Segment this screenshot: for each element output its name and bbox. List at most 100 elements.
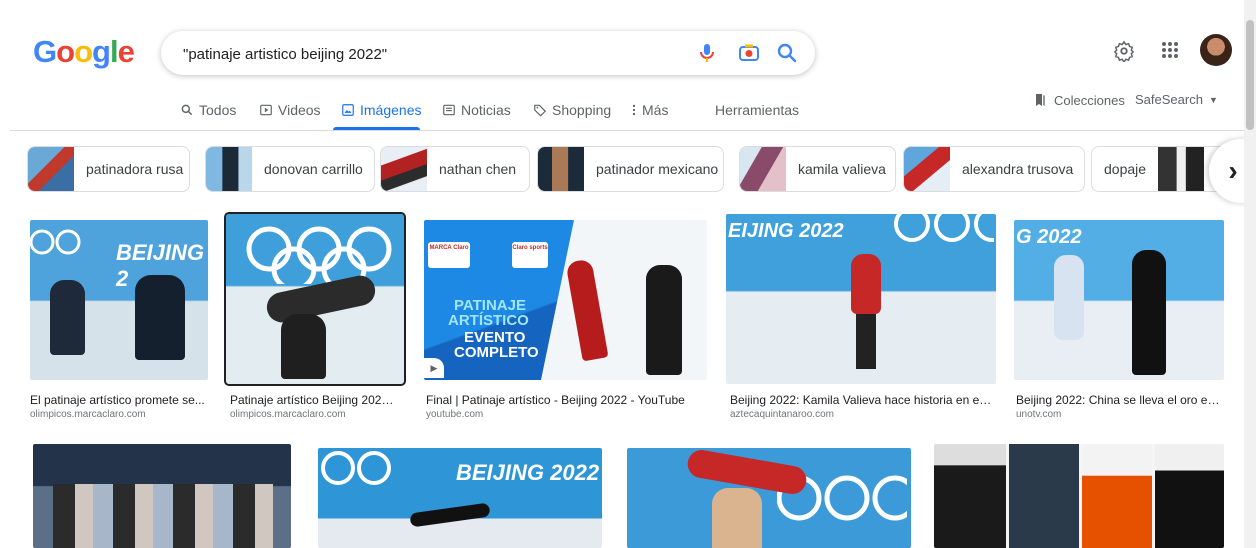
result-thumbnail: BEIJING 2 (30, 220, 208, 380)
skater-figure (712, 488, 762, 548)
related-searches-chips: patinadora rusa donovan carrillo nathan … (27, 146, 1256, 192)
tab-label: Noticias (461, 102, 511, 118)
google-logo[interactable]: Google (33, 34, 135, 70)
logo-letter: l (109, 34, 119, 69)
chip-label: nathan chen (439, 161, 517, 177)
chip-thumbnail (206, 147, 252, 191)
logo-letter: o (74, 34, 93, 69)
tools-label: Herramientas (715, 102, 800, 118)
chip-thumbnail (740, 147, 786, 191)
result-thumbnail: EIJING 2022 (726, 214, 996, 384)
tools-button[interactable]: Herramientas (715, 102, 799, 118)
olympic-rings-graphic (321, 451, 391, 485)
video-title-line: PATINAJE (454, 297, 526, 314)
result-title: Final | Patinaje artístico - Beijing 202… (426, 393, 685, 407)
chip-thumbnail (381, 147, 427, 191)
skater-figure (1132, 250, 1166, 375)
logo-letter: g (92, 34, 111, 69)
chip-nathan-chen[interactable]: nathan chen (380, 146, 530, 192)
skater-legs (856, 314, 876, 369)
tab-todos[interactable]: Todos (180, 102, 236, 118)
safesearch-button[interactable]: SafeSearch ▼ (1135, 92, 1218, 107)
result-source: unotv.com (1016, 409, 1062, 420)
safesearch-label: SafeSearch (1135, 92, 1203, 107)
camera-lens-icon[interactable] (737, 41, 761, 65)
skater-figure (50, 280, 85, 355)
chip-donovan-carrillo[interactable]: donovan carrillo (205, 146, 375, 192)
video-title-line: EVENTO (464, 329, 526, 346)
video-title-line: COMPLETO (454, 344, 539, 361)
skater-figure (281, 314, 326, 379)
skater-figure (135, 275, 185, 360)
microphone-icon[interactable] (695, 41, 719, 65)
dropdown-arrow-icon: ▼ (1208, 94, 1218, 105)
tab-label: Videos (278, 102, 321, 118)
result-thumbnail: MARCA Claro Claro sports PATINAJE ARTÍST… (424, 220, 707, 380)
skater-figure (851, 254, 881, 314)
chip-label: alexandra trusova (962, 161, 1074, 177)
tab-label: Imágenes (360, 102, 422, 118)
skater-figure (565, 258, 609, 362)
result-thumbnail (627, 448, 911, 548)
play-badge: ▶ (424, 358, 444, 378)
tab-noticias[interactable]: Noticias (442, 102, 511, 118)
chip-label: patinadora rusa (86, 161, 184, 177)
result-thumbnail (33, 444, 291, 548)
marca-logo: MARCA Claro (428, 242, 470, 268)
result-source: olimpicos.marcaclaro.com (230, 409, 346, 420)
header-divider (10, 130, 1246, 131)
collections-label: Colecciones (1054, 92, 1125, 108)
settings-gear-icon[interactable] (1113, 40, 1135, 67)
olympic-rings-graphic (894, 214, 994, 242)
chip-label: donovan carrillo (264, 161, 363, 177)
result-source: aztecaquintanaroo.com (730, 409, 834, 420)
chip-patinadora-rusa[interactable]: patinadora rusa (27, 146, 190, 192)
tag-icon (534, 104, 547, 117)
skater-figure (646, 265, 682, 375)
olympic-rings-graphic (30, 229, 81, 255)
result-title: Beijing 2022: Kamila Valieva hace histor… (730, 393, 992, 407)
play-icon (260, 104, 272, 116)
search-icon[interactable] (775, 41, 799, 65)
tab-label: Más (642, 102, 669, 118)
chip-thumbnail (1158, 147, 1205, 191)
claro-sports-logo: Claro sports (512, 242, 548, 268)
logo-letter: e (117, 34, 135, 69)
bookmark-icon (1036, 94, 1045, 106)
apps-grid-icon[interactable] (1160, 40, 1180, 65)
page-scrollbar[interactable] (1244, 0, 1256, 548)
collage-panel (1155, 444, 1224, 548)
tab-mas[interactable]: Más (631, 102, 668, 118)
image-text-beijing: EIJING 2022 (728, 220, 844, 242)
olympic-rings-graphic (246, 226, 392, 284)
result-thumbnail (224, 212, 406, 386)
news-icon (443, 104, 455, 116)
result-thumbnail: G 2022 (1014, 220, 1224, 380)
more-vert-icon (632, 104, 636, 116)
tab-label: Todos (199, 102, 237, 118)
search-input[interactable] (181, 31, 685, 77)
logo-letter: o (56, 34, 75, 69)
collections-button[interactable]: Colecciones (1032, 92, 1125, 108)
tab-videos[interactable]: Videos (259, 102, 321, 118)
chip-patinador-mexicano[interactable]: patinador mexicano (537, 146, 724, 192)
chip-alexandra-trusova[interactable]: alexandra trusova (903, 146, 1085, 192)
chip-thumbnail (28, 147, 74, 191)
result-source: youtube.com (426, 409, 484, 420)
chip-kamila-valieva[interactable]: kamila valieva (739, 146, 896, 192)
chip-label: patinador mexicano (596, 161, 719, 177)
collage-panel (1009, 444, 1079, 548)
result-title: Beijing 2022: China se lleva el oro en .… (1016, 393, 1226, 407)
skater-figure (409, 502, 491, 528)
logo-letter: G (33, 34, 57, 69)
image-text-beijing: G 2022 (1016, 226, 1082, 248)
account-avatar[interactable] (1200, 34, 1232, 66)
play-icon: ▶ (430, 362, 438, 373)
scrollbar-thumb[interactable] (1246, 20, 1254, 130)
video-title-line: ARTÍSTICO (448, 312, 529, 329)
skater-figure (1054, 255, 1084, 340)
chip-label: kamila valieva (798, 161, 886, 177)
tab-shopping[interactable]: Shopping (533, 102, 611, 118)
result-thumbnail: BEIJING 2022 (318, 448, 602, 548)
tab-imagenes[interactable]: Imágenes (341, 102, 421, 118)
